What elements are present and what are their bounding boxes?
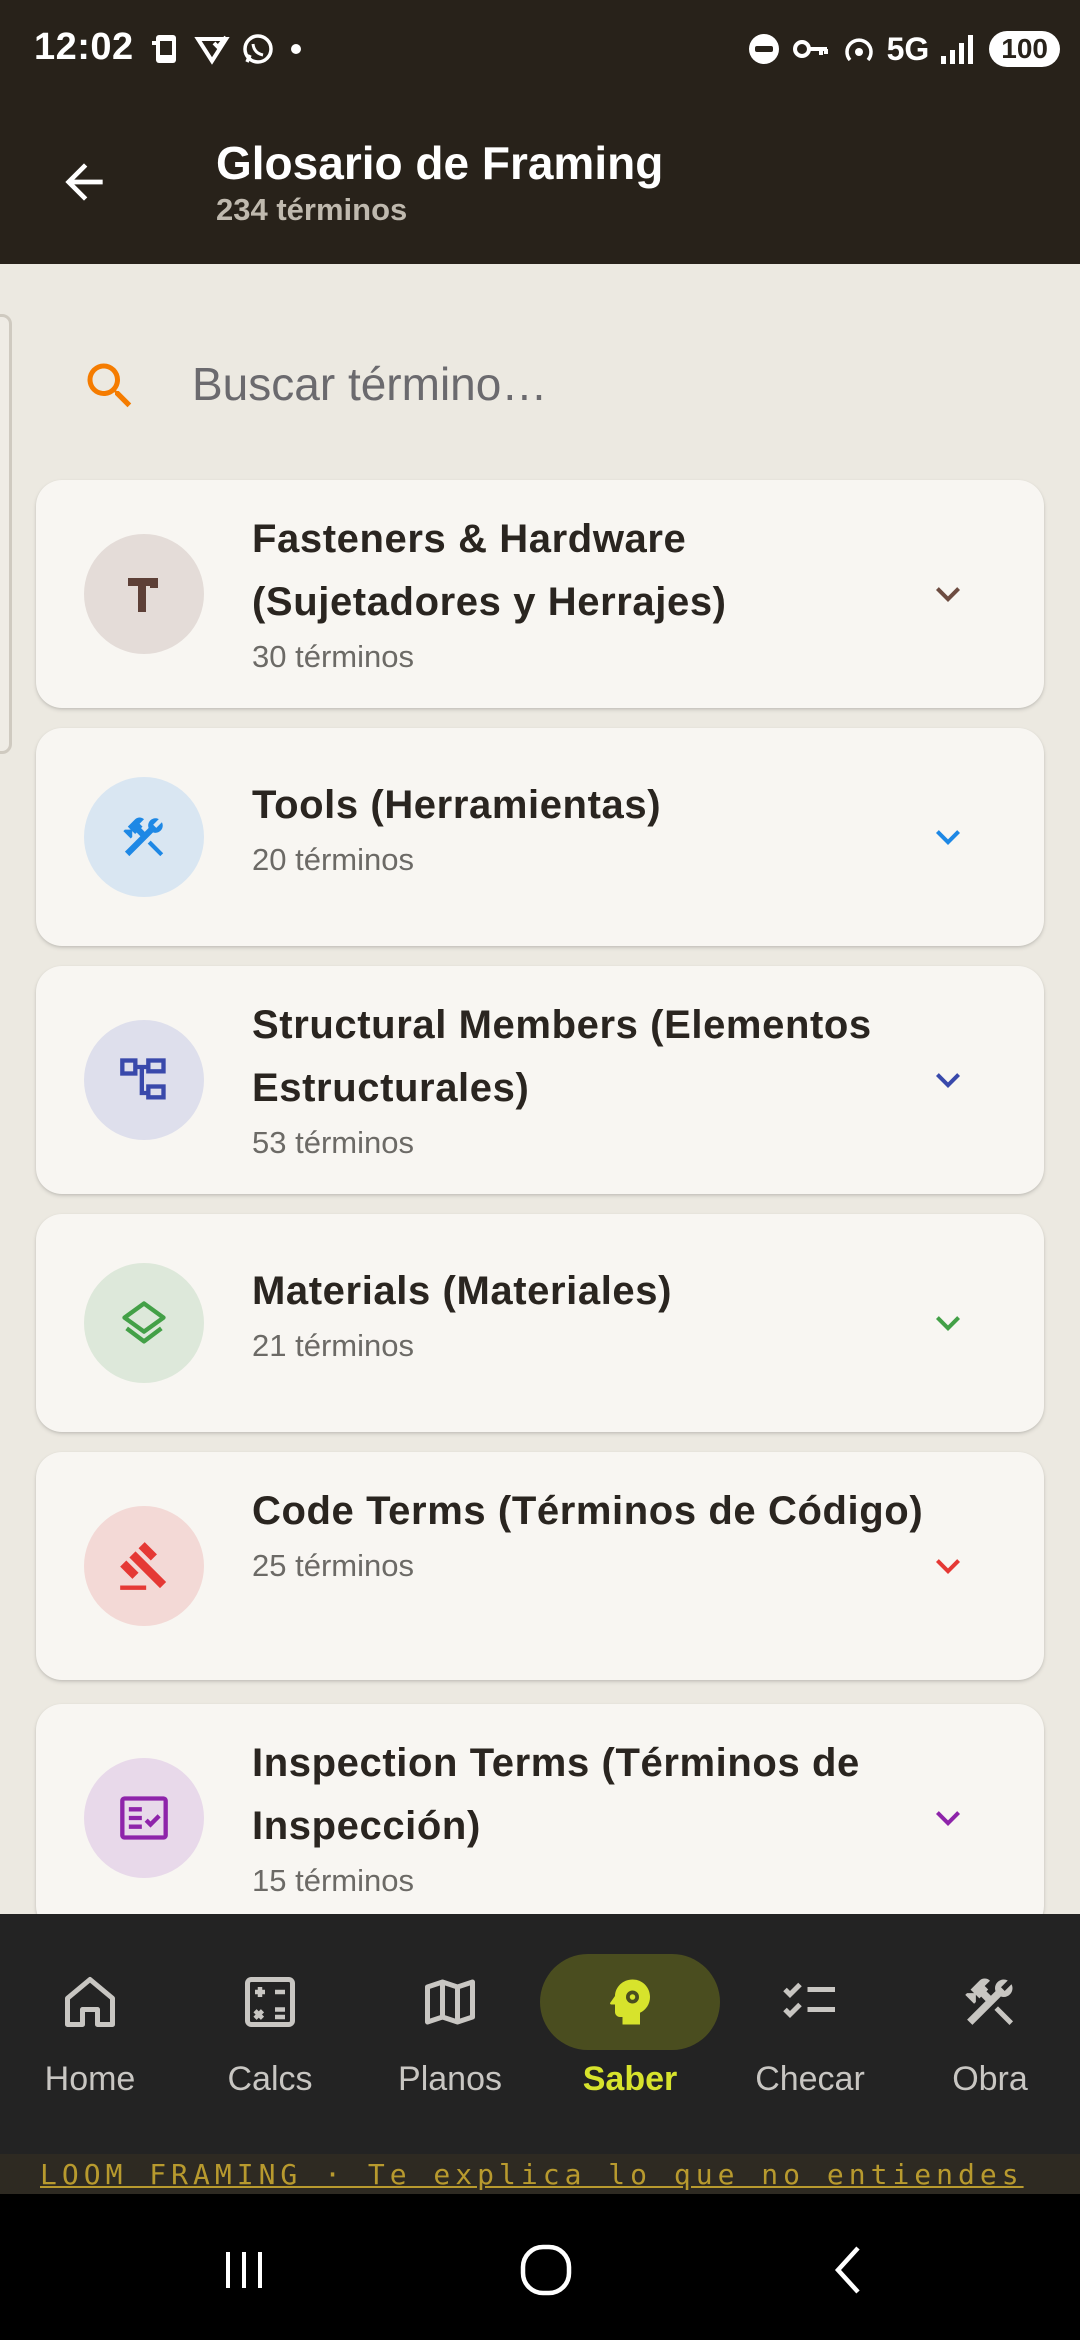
category-text: Inspection Terms (Términos de Inspección… [252, 1732, 932, 1902]
recents-icon [226, 2252, 262, 2288]
system-status-icons: 5G 100 [747, 26, 1060, 72]
category-icon-badge [84, 777, 204, 897]
nav-item-obra[interactable]: Obra [900, 1954, 1080, 2124]
home-icon [50, 1962, 130, 2042]
nav-label: Obra [952, 2060, 1028, 2098]
expand-chevron-icon[interactable] [924, 1056, 972, 1104]
nav-item-planos[interactable]: Planos [360, 1954, 540, 2124]
category-card-inspection-terms[interactable]: Inspection Terms (Términos de Inspección… [36, 1704, 1044, 1914]
nav-label: Calcs [227, 2060, 313, 2098]
home-circle-icon [520, 2244, 572, 2296]
arrow-back-icon [65, 163, 103, 201]
page-title: Glosario de Framing [216, 137, 664, 189]
expand-chevron-icon[interactable] [924, 1542, 972, 1590]
category-title: Inspection Terms (Términos de Inspección… [252, 1741, 860, 1848]
expand-chevron-icon[interactable] [924, 813, 972, 861]
search-icon [80, 356, 140, 416]
key-icon [792, 40, 828, 58]
category-text: Code Terms (Términos de Código) 25 térmi… [252, 1480, 932, 1587]
network-type: 5G [886, 30, 930, 67]
category-title: Structural Members (Elementos Estructura… [252, 1003, 872, 1110]
category-card-fasteners[interactable]: Fasteners & Hardware (Sujetadores y Herr… [36, 480, 1044, 708]
brain-icon [590, 1962, 670, 2042]
category-count: 15 términos [252, 1863, 414, 1898]
category-count: 20 términos [252, 842, 414, 877]
category-icon-badge [84, 534, 204, 654]
search-bar[interactable] [36, 314, 1044, 454]
hammer-icon [128, 578, 158, 612]
search-input[interactable] [192, 344, 1012, 424]
signal-icon [941, 35, 974, 64]
category-card-materials[interactable]: Materials (Materiales) 21 términos [36, 1214, 1044, 1432]
nav-item-checar[interactable]: Checar [720, 1954, 900, 2124]
system-navigation-bar [0, 2194, 1080, 2340]
category-card-structural-members[interactable]: Structural Members (Elementos Estructura… [36, 966, 1044, 1194]
tablet-notification-icon [152, 35, 176, 63]
checklist-icon [120, 1796, 168, 1840]
nav-label: Saber [582, 2060, 678, 2098]
category-icon-badge [84, 1263, 204, 1383]
category-icon-badge [84, 1020, 204, 1140]
vpn-check-icon [194, 35, 230, 65]
tagline-text: LOOM FRAMING · Te explica lo que no enti… [40, 2158, 1024, 2191]
edge-panel-handle[interactable] [0, 314, 12, 754]
recent-apps-button[interactable] [194, 2230, 294, 2310]
category-count: 21 términos [252, 1328, 414, 1363]
gavel-icon [120, 1542, 167, 1590]
category-icon-badge [84, 1758, 204, 1878]
map-icon [410, 1962, 490, 2042]
system-back-button[interactable] [800, 2230, 900, 2310]
page-subtitle: 234 términos [216, 192, 408, 227]
nav-item-calcs[interactable]: Calcs [180, 1954, 360, 2124]
app-bar: Glosario de Framing 234 términos [0, 98, 1080, 264]
category-card-code-terms[interactable]: Code Terms (Términos de Código) 25 térmi… [36, 1452, 1044, 1680]
nav-label: Checar [755, 2060, 865, 2098]
whatsapp-icon [243, 34, 273, 64]
expand-chevron-icon[interactable] [924, 1794, 972, 1842]
notification-icons [148, 26, 306, 72]
nav-item-home[interactable]: Home [0, 1954, 180, 2124]
category-count: 53 términos [252, 1125, 414, 1160]
expand-chevron-icon[interactable] [924, 570, 972, 618]
bottom-navigation: Home Calcs Planos Saber Checar Obra [0, 1914, 1080, 2154]
category-title: Materials (Materiales) [252, 1269, 673, 1313]
home-button[interactable] [496, 2230, 596, 2310]
checklist-icon [770, 1962, 850, 2042]
category-title: Fasteners & Hardware (Sujetadores y Herr… [252, 517, 727, 624]
back-chevron-icon [834, 2246, 860, 2294]
status-bar: 12:02 5G 100 [0, 0, 1080, 98]
category-text: Materials (Materiales) 21 términos [252, 1260, 932, 1367]
category-card-tools[interactable]: Tools (Herramientas) 20 términos [36, 728, 1044, 946]
hierarchy-icon [120, 1058, 166, 1100]
category-text: Fasteners & Hardware (Sujetadores y Herr… [252, 508, 932, 678]
tools-icon [123, 817, 164, 857]
category-text: Tools (Herramientas) 20 términos [252, 774, 932, 881]
tools-icon [950, 1962, 1030, 2042]
nav-label: Planos [398, 2060, 502, 2098]
category-text: Structural Members (Elementos Estructura… [252, 994, 932, 1164]
hotspot-icon [844, 38, 873, 62]
category-count: 25 términos [252, 1548, 414, 1583]
calculator-icon [230, 1962, 310, 2042]
dot-icon [291, 44, 301, 54]
status-time: 12:02 [34, 26, 134, 68]
nav-item-saber[interactable]: Saber [540, 1954, 720, 2124]
category-icon-badge [84, 1506, 204, 1626]
category-title: Tools (Herramientas) [252, 783, 662, 827]
battery-level: 100 [989, 31, 1060, 67]
do-not-disturb-icon [748, 34, 779, 64]
category-title: Code Terms (Términos de Código) [252, 1489, 924, 1533]
brand-tagline: LOOM FRAMING · Te explica lo que no enti… [0, 2154, 1080, 2194]
nav-label: Home [44, 2060, 136, 2098]
category-count: 30 términos [252, 639, 414, 674]
layers-icon [122, 1301, 166, 1344]
glossary-content[interactable]: Fasteners & Hardware (Sujetadores y Herr… [0, 264, 1080, 1914]
back-button[interactable] [44, 142, 124, 222]
expand-chevron-icon[interactable] [924, 1299, 972, 1347]
